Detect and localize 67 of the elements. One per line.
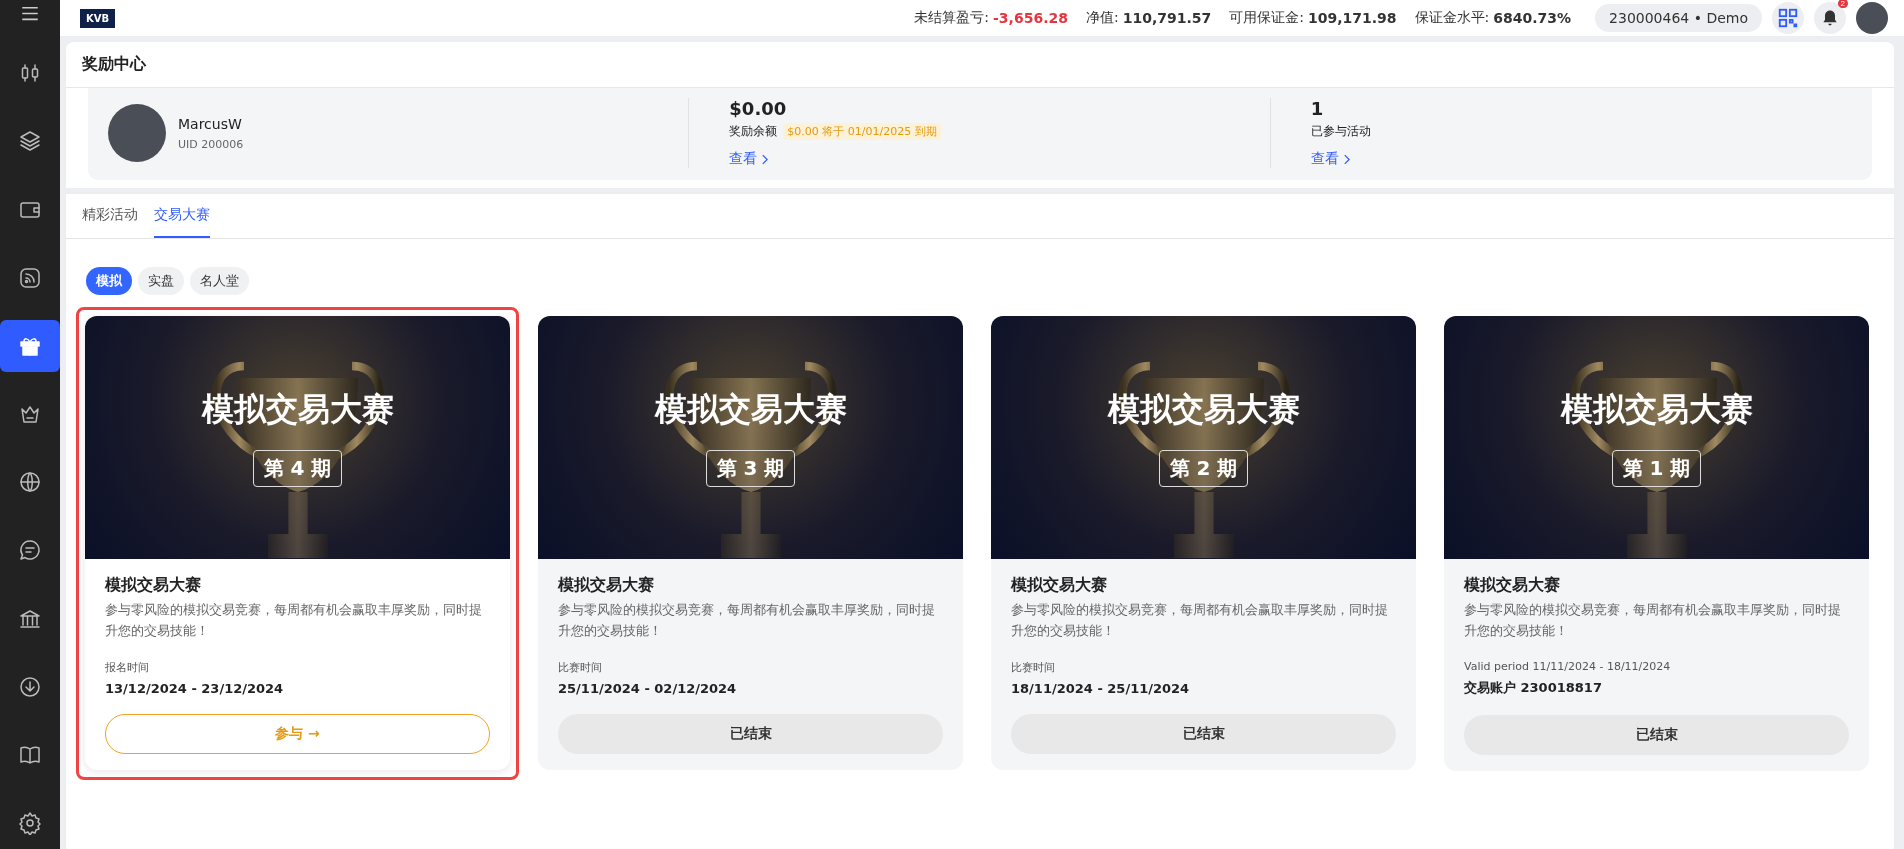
period-label: 第 2 期 — [1158, 450, 1249, 487]
tab[interactable]: 交易大赛 — [154, 194, 210, 238]
stat-value: -3,656.28 — [993, 10, 1068, 26]
card-description: 参与零风险的模拟交易竞赛，每周都有机会赢取丰厚奖励，同时提升您的交易技能！ — [1464, 601, 1842, 640]
sidebar-item[interactable] — [0, 319, 60, 372]
notification-button[interactable]: 2 — [1814, 2, 1846, 34]
stat-label: 奖励余额 — [729, 123, 778, 140]
logo: KVB — [80, 8, 116, 28]
qr-code-button[interactable] — [1772, 2, 1804, 34]
account-selector[interactable]: 230000464 • Demo — [1595, 4, 1762, 32]
banner-title: 模拟交易大赛 — [1107, 389, 1300, 430]
chevron-right-icon — [761, 153, 769, 165]
card-title: 模拟交易大赛 — [558, 575, 655, 596]
stat-label: 已参与活动 — [1310, 123, 1371, 140]
stat-label: 保证金水平: — [1414, 9, 1490, 27]
card-description: 参与零风险的模拟交易竞赛，每周都有机会赢取丰厚奖励，同时提升您的交易技能！ — [105, 601, 483, 640]
feed-icon — [18, 265, 42, 290]
banner-title: 模拟交易大赛 — [654, 389, 847, 430]
filter-chip[interactable]: 实盘 — [138, 267, 184, 295]
chevron-right-icon — [1342, 153, 1350, 165]
download-icon — [18, 674, 42, 699]
card-title: 模拟交易大赛 — [105, 575, 202, 596]
ended-button[interactable]: 已结束 — [558, 713, 943, 754]
filter-chip[interactable]: 名人堂 — [190, 267, 249, 295]
period-label: 第 1 期 — [1611, 450, 1702, 487]
stat-label: 净值: — [1085, 9, 1119, 27]
avatar — [108, 104, 166, 162]
date-range: 18/11/2024 - 25/11/2024 — [1011, 680, 1191, 696]
settings-icon — [18, 810, 42, 835]
banner-title: 模拟交易大赛 — [1560, 389, 1753, 430]
stat-value: 109,171.98 — [1308, 10, 1397, 26]
date-range: 13/12/2024 - 23/12/2024 — [105, 680, 285, 696]
card-description: 参与零风险的模拟交易竞赛，每周都有机会赢取丰厚奖励，同时提升您的交易技能！ — [558, 601, 936, 640]
period-label: 第 3 期 — [705, 450, 796, 487]
notification-badge: 2 — [1837, 0, 1848, 8]
qr-code-icon — [1777, 7, 1799, 29]
date-label: Valid period 11/11/2024 - 18/11/2024 — [1464, 659, 1672, 673]
user-name: MarcusW — [178, 115, 243, 132]
date-range: 交易账户 230018817 — [1464, 678, 1603, 697]
stat-value: 6840.73% — [1493, 10, 1572, 26]
date-label: 比赛时间 — [558, 659, 603, 675]
chat-icon — [18, 538, 42, 563]
view-link[interactable]: 查看 — [1310, 150, 1350, 168]
expiry-tag: $0.00 将于 01/01/2025 到期 — [783, 123, 941, 140]
stat-value: 110,791.57 — [1122, 10, 1212, 26]
card-title: 模拟交易大赛 — [1011, 575, 1108, 596]
stat-label: 未结算盈亏: — [914, 9, 990, 27]
date-label: 报名时间 — [105, 659, 150, 675]
period-label: 第 4 期 — [252, 450, 343, 487]
ended-button[interactable]: 已结束 — [1011, 713, 1396, 754]
stat-value: $0.00 — [729, 98, 788, 119]
date-label: 比赛时间 — [1011, 659, 1056, 675]
stat-value: 1 — [1310, 98, 1325, 119]
date-range: 25/11/2024 - 02/12/2024 — [558, 680, 738, 696]
card-description: 参与零风险的模拟交易竞赛，每周都有机会赢取丰厚奖励，同时提升您的交易技能！ — [1011, 601, 1389, 640]
card-title: 模拟交易大赛 — [1464, 575, 1561, 596]
filter-chip[interactable]: 模拟 — [86, 267, 132, 295]
user-id: UID 200006 — [178, 137, 244, 151]
ended-button[interactable]: 已结束 — [1464, 714, 1849, 755]
tab[interactable]: 精彩活动 — [82, 194, 138, 238]
view-link[interactable]: 查看 — [729, 150, 769, 168]
layers-icon — [18, 129, 42, 154]
stat-label: 可用保证金: — [1229, 9, 1304, 27]
globe-icon — [18, 470, 42, 495]
avatar[interactable] — [1856, 2, 1888, 34]
banner-title: 模拟交易大赛 — [201, 389, 394, 430]
page-title: 奖励中心 — [82, 54, 147, 75]
